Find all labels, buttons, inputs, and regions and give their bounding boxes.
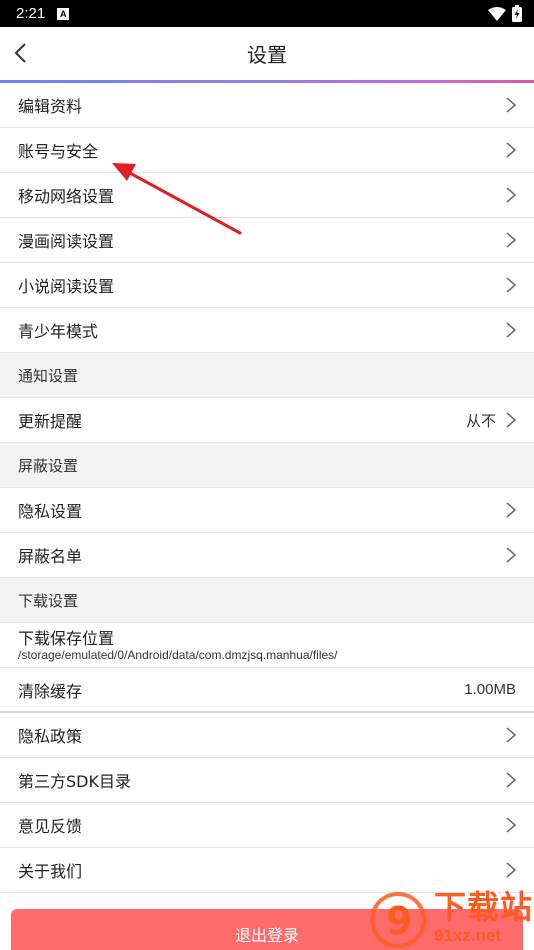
section-header-download: 下载设置 — [0, 578, 534, 623]
download-path-text: /storage/emulated/0/Android/data/com.dmz… — [18, 647, 338, 662]
chevron-right-icon — [506, 862, 517, 878]
cache-size-value: 1.00MB — [464, 681, 516, 698]
wifi-icon — [488, 6, 506, 21]
chevron-right-icon — [506, 817, 517, 833]
chevron-right-icon — [506, 502, 517, 518]
row-label: 第三方SDK目录 — [18, 772, 131, 791]
chevron-right-icon — [506, 97, 517, 113]
settings-list: 编辑资料 账号与安全 移动网络设置 漫画阅读设置 小说阅读设置 青少年模式 通知… — [0, 83, 534, 893]
page-title: 设置 — [247, 43, 287, 67]
row-update-reminder[interactable]: 更新提醒 从不 — [0, 398, 534, 443]
chevron-right-icon — [506, 187, 517, 203]
row-label: 编辑资料 — [18, 97, 83, 116]
row-label: 移动网络设置 — [18, 187, 115, 206]
row-label: 屏蔽名单 — [18, 547, 83, 566]
row-novel-reading[interactable]: 小说阅读设置 — [0, 263, 534, 308]
row-label: 青少年模式 — [18, 322, 99, 341]
row-label: 账号与安全 — [18, 142, 99, 161]
watermark-logo-glyph: 9 — [386, 899, 412, 943]
status-time: 2:21 — [16, 5, 46, 22]
chevron-right-icon — [506, 142, 517, 158]
row-block-list[interactable]: 屏蔽名单 — [0, 533, 534, 578]
row-label: 意见反馈 — [18, 817, 83, 836]
row-label: 更新提醒 — [18, 412, 83, 431]
chevron-right-icon — [506, 772, 517, 788]
back-arrow-icon[interactable] — [10, 41, 34, 65]
row-account-security[interactable]: 账号与安全 — [0, 128, 534, 173]
watermark-url: 91xz.net — [434, 926, 502, 945]
chevron-right-icon — [506, 547, 517, 563]
chevron-right-icon — [506, 322, 517, 338]
row-mobile-network[interactable]: 移动网络设置 — [0, 173, 534, 218]
chevron-right-icon — [506, 412, 517, 428]
row-comic-reading[interactable]: 漫画阅读设置 — [0, 218, 534, 263]
row-label: 关于我们 — [18, 862, 83, 881]
row-third-party-sdk[interactable]: 第三方SDK目录 — [0, 758, 534, 803]
row-teen-mode[interactable]: 青少年模式 — [0, 308, 534, 353]
battery-icon — [512, 5, 522, 22]
row-label: 隐私政策 — [18, 727, 83, 746]
section-header-block: 屏蔽设置 — [0, 443, 534, 488]
status-icons — [488, 5, 522, 22]
notification-icon: A — [57, 7, 70, 20]
row-about-us[interactable]: 关于我们 — [0, 848, 534, 893]
app-header: 设置 — [0, 27, 534, 80]
chevron-right-icon — [506, 232, 517, 248]
chevron-right-icon — [506, 277, 517, 293]
row-feedback[interactable]: 意见反馈 — [0, 803, 534, 848]
row-label: 下载保存位置 — [18, 628, 115, 648]
row-privacy-policy[interactable]: 隐私政策 — [0, 713, 534, 758]
row-privacy-settings[interactable]: 隐私设置 — [0, 488, 534, 533]
row-label: 隐私设置 — [18, 502, 83, 521]
row-download-location[interactable]: 下载保存位置 /storage/emulated/0/Android/data/… — [0, 623, 534, 668]
row-label: 漫画阅读设置 — [18, 232, 115, 251]
chevron-right-icon — [506, 727, 517, 743]
row-clear-cache[interactable]: 清除缓存 1.00MB — [0, 668, 534, 713]
row-value: 从不 — [465, 412, 496, 430]
watermark-text: 下载站 — [434, 888, 534, 926]
status-bar: 2:21 A — [0, 0, 534, 27]
row-edit-profile[interactable]: 编辑资料 — [0, 83, 534, 128]
row-label: 清除缓存 — [18, 681, 83, 701]
row-label: 小说阅读设置 — [18, 277, 115, 296]
section-header-notify: 通知设置 — [0, 353, 534, 398]
